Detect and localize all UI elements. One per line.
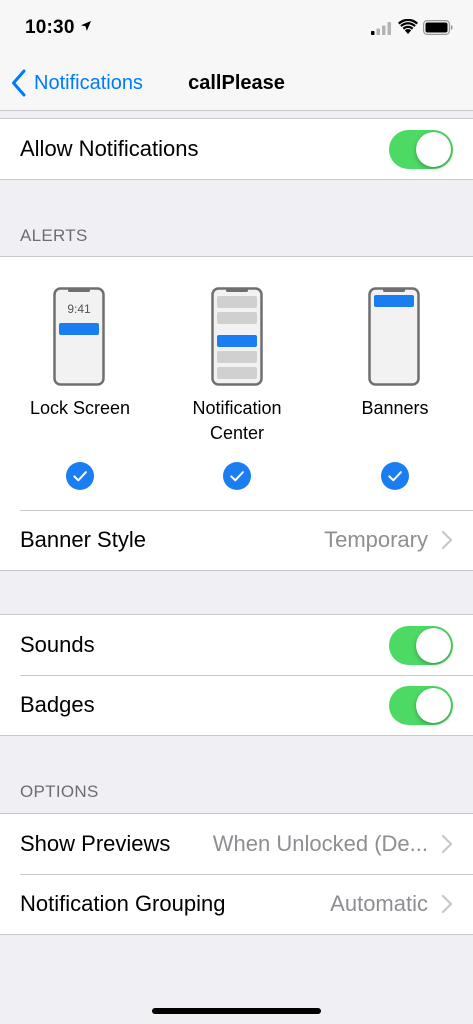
wifi-icon: [398, 19, 418, 34]
page-title: callPlease: [188, 72, 285, 94]
notification-center-preview-icon: [211, 287, 263, 386]
alert-styles: 9:41 Lock Screen Notification Center Ban…: [0, 257, 473, 510]
badges-label: Badges: [20, 692, 95, 717]
badges-row: Badges: [0, 675, 473, 735]
alert-option-lock-screen[interactable]: 9:41 Lock Screen: [0, 257, 160, 510]
signal-icon: [371, 22, 391, 35]
allow-notifications-row: Allow Notifications: [0, 119, 473, 179]
lock-screen-time-text: 9:41: [67, 302, 91, 316]
notification-grouping-row[interactable]: Notification Grouping Automatic: [0, 874, 473, 934]
allow-notifications-toggle[interactable]: [389, 129, 453, 169]
chevron-right-icon: [441, 894, 453, 914]
toggle-knob: [416, 131, 451, 167]
toggle-knob: [416, 687, 451, 723]
toggle-knob: [416, 627, 451, 663]
home-indicator[interactable]: [152, 1008, 321, 1014]
sounds-row: Sounds: [0, 615, 473, 675]
options-section-header: OPTIONS: [20, 782, 99, 801]
status-bar: 10:30: [0, 0, 473, 56]
options-group: Show Previews When Unlocked (De... Notif…: [0, 813, 473, 935]
navigation-bar: Notifications callPlease: [0, 56, 473, 111]
alert-option-label: Banners: [361, 398, 429, 418]
banner-style-row[interactable]: Banner Style Temporary: [0, 510, 473, 570]
chevron-right-icon: [441, 530, 453, 550]
allow-notifications-group: Allow Notifications: [0, 118, 473, 180]
notification-grouping-label: Notification Grouping: [20, 891, 226, 916]
banners-preview-icon: [368, 287, 420, 386]
alerts-section-header: ALERTS: [20, 226, 88, 245]
show-previews-label: Show Previews: [20, 831, 171, 856]
show-previews-row[interactable]: Show Previews When Unlocked (De...: [0, 814, 473, 874]
alert-option-label: Notification Center: [192, 398, 282, 443]
badges-toggle[interactable]: [389, 685, 453, 725]
location-arrow-icon: [81, 21, 91, 31]
alerts-group: 9:41 Lock Screen Notification Center Ban…: [0, 256, 473, 571]
alert-option-label: Lock Screen: [29, 398, 131, 418]
checkmark-icon[interactable]: [223, 462, 251, 490]
notification-grouping-value: Automatic: [330, 891, 428, 916]
checkmark-icon[interactable]: [381, 462, 409, 490]
alert-option-banners[interactable]: Banners: [315, 257, 473, 510]
lock-screen-preview-icon: 9:41: [53, 287, 105, 386]
banner-style-label: Banner Style: [20, 527, 146, 552]
banner-style-value: Temporary: [324, 527, 428, 552]
sounds-badges-group: Sounds Badges: [0, 614, 473, 736]
show-previews-value: When Unlocked (De...: [212, 831, 428, 856]
chevron-right-icon: [441, 834, 453, 854]
checkmark-icon[interactable]: [66, 462, 94, 490]
allow-notifications-label: Allow Notifications: [20, 136, 199, 161]
status-time: 10:30: [25, 17, 75, 38]
alert-option-notification-center[interactable]: Notification Center: [157, 257, 317, 510]
sounds-label: Sounds: [20, 632, 95, 657]
battery-icon: [423, 20, 453, 35]
sounds-toggle[interactable]: [389, 625, 453, 665]
